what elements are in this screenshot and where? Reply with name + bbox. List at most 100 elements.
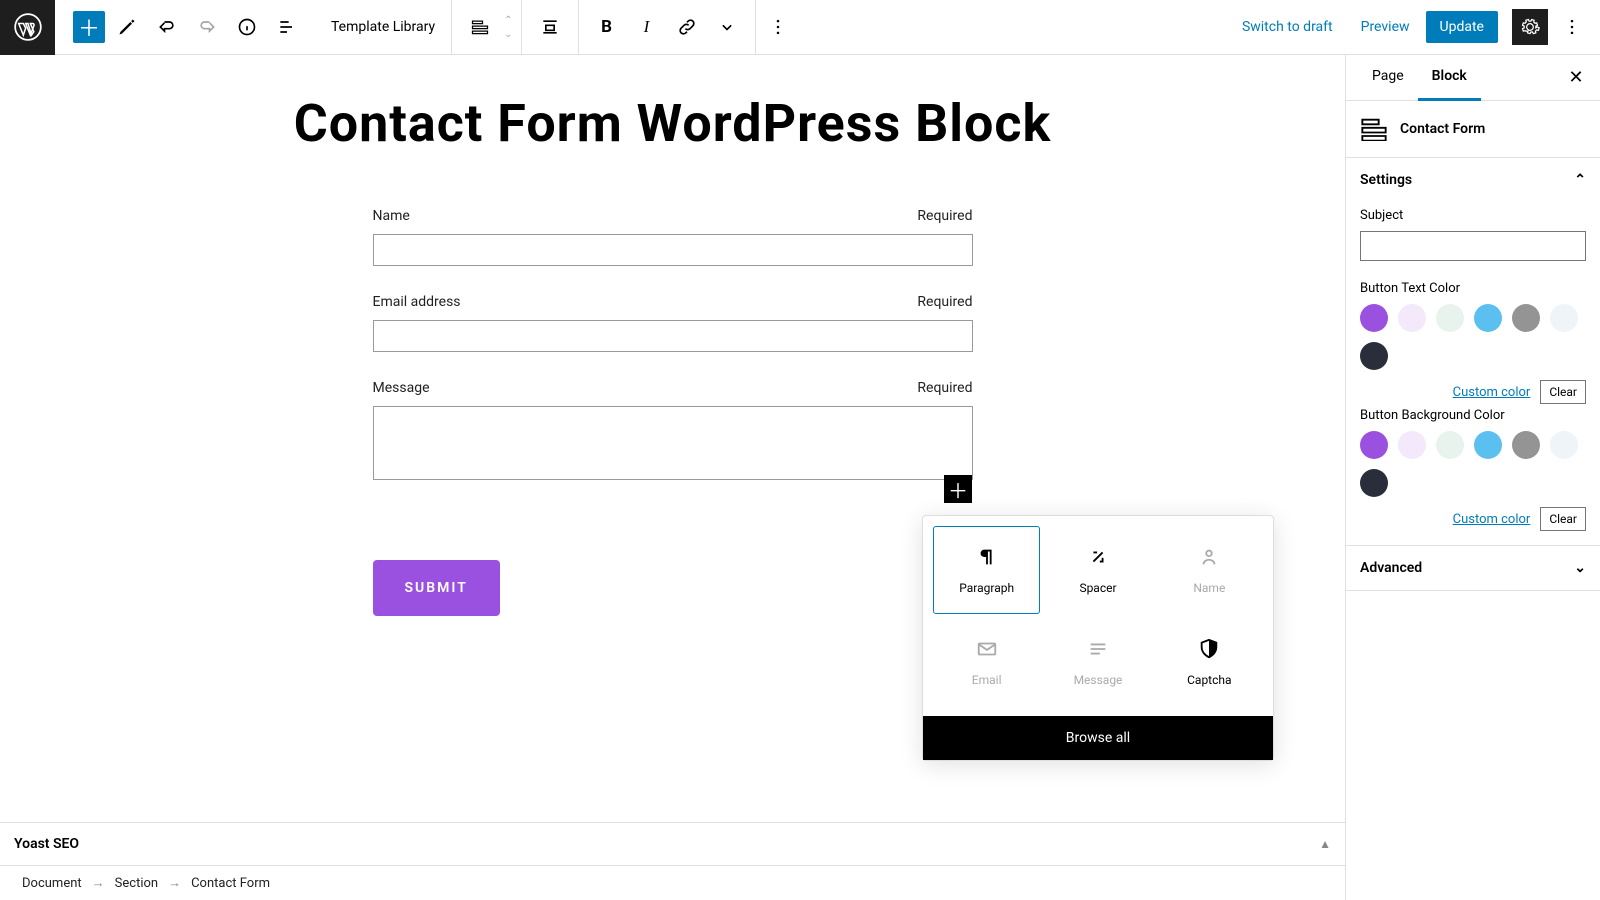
button-text-color-label: Button Text Color <box>1360 281 1586 296</box>
settings-section-toggle[interactable]: Settings ⌃ <box>1346 158 1600 202</box>
color-swatch[interactable] <box>1474 304 1502 332</box>
block-more-button[interactable] <box>760 9 796 45</box>
wordpress-icon <box>14 13 42 41</box>
color-swatch[interactable] <box>1436 431 1464 459</box>
color-swatch[interactable] <box>1360 469 1388 497</box>
inserter-item-label: Email <box>972 673 1002 687</box>
color-swatch[interactable] <box>1512 431 1540 459</box>
field-email: Email address Required <box>373 294 973 352</box>
align-icon <box>540 17 560 37</box>
breadcrumb-item[interactable]: Document <box>22 876 82 891</box>
breadcrumb-item[interactable]: Contact Form <box>191 876 270 891</box>
custom-color-link[interactable]: Custom color <box>1453 385 1531 400</box>
color-swatch[interactable] <box>1474 431 1502 459</box>
custom-color-link[interactable]: Custom color <box>1453 512 1531 527</box>
align-button[interactable] <box>532 9 568 45</box>
inserter-item-captcha[interactable]: Captcha <box>1156 618 1263 706</box>
caret-up-icon: ▲ <box>1319 837 1331 851</box>
link-button[interactable] <box>669 9 705 45</box>
form-block-icon <box>470 17 490 37</box>
chevron-up-icon: ⌃ <box>1574 172 1586 188</box>
block-breadcrumb: Document → Section → Contact Form <box>0 866 1345 900</box>
field-required: Required <box>917 294 972 310</box>
link-icon <box>677 17 697 37</box>
inserter-item-label: Message <box>1074 673 1123 687</box>
inline-add-block-button[interactable]: ＋ <box>944 475 972 503</box>
inserter-item-message: Message <box>1044 618 1151 706</box>
color-swatch[interactable] <box>1360 431 1388 459</box>
color-swatch[interactable] <box>1398 431 1426 459</box>
name-input[interactable] <box>373 234 973 266</box>
field-name: Name Required <box>373 208 973 266</box>
yoast-seo-panel[interactable]: Yoast SEO ▲ <box>0 822 1345 866</box>
subject-label: Subject <box>1360 208 1586 223</box>
submit-button[interactable]: SUBMIT <box>373 560 500 616</box>
close-sidebar-button[interactable]: ✕ <box>1564 66 1588 90</box>
color-swatch[interactable] <box>1360 342 1388 370</box>
color-swatch[interactable] <box>1550 431 1578 459</box>
settings-label: Settings <box>1360 172 1412 188</box>
tab-page[interactable]: Page <box>1358 54 1418 101</box>
email-input[interactable] <box>373 320 973 352</box>
browse-all-button[interactable]: Browse all <box>923 716 1273 760</box>
inserter-item-spacer[interactable]: Spacer <box>1044 526 1151 614</box>
tab-block[interactable]: Block <box>1418 54 1481 101</box>
undo-icon <box>157 17 177 37</box>
field-required: Required <box>917 380 972 396</box>
edit-mode-button[interactable] <box>109 9 145 45</box>
preview-button[interactable]: Preview <box>1349 11 1422 43</box>
inserter-item-paragraph[interactable]: Paragraph <box>933 526 1040 614</box>
chevron-down-icon: ⌄ <box>1574 560 1586 576</box>
move-up-button[interactable]: ⌃ <box>504 13 512 27</box>
breadcrumb-item[interactable]: Section <box>115 876 158 891</box>
block-type-button[interactable] <box>462 9 498 45</box>
color-swatch[interactable] <box>1436 304 1464 332</box>
page-title[interactable]: Contact Form WordPress Block <box>0 93 1345 154</box>
field-label: Message <box>373 380 430 396</box>
template-library-button[interactable]: Template Library <box>315 19 451 35</box>
info-icon <box>237 17 257 37</box>
undo-button[interactable] <box>149 9 185 45</box>
wordpress-logo[interactable] <box>0 0 55 55</box>
more-format-button[interactable] <box>709 9 745 45</box>
advanced-section-toggle[interactable]: Advanced ⌄ <box>1346 546 1600 590</box>
block-inserter-popover: ParagraphSpacerNameEmailMessageCaptcha B… <box>922 515 1274 761</box>
clear-color-button[interactable]: Clear <box>1540 380 1586 404</box>
name-icon <box>1198 546 1220 571</box>
message-icon <box>1087 638 1109 663</box>
advanced-label: Advanced <box>1360 560 1422 576</box>
settings-toggle-button[interactable] <box>1512 9 1548 45</box>
outline-button[interactable] <box>269 9 305 45</box>
contact-form-icon <box>1360 117 1388 141</box>
bold-button[interactable]: B <box>589 9 625 45</box>
chevron-down-icon <box>717 17 737 37</box>
redo-button[interactable] <box>189 9 225 45</box>
field-message: Message Required <box>373 380 973 484</box>
editor-more-button[interactable] <box>1554 9 1590 45</box>
message-textarea[interactable] <box>373 406 973 480</box>
color-swatch[interactable] <box>1398 304 1426 332</box>
color-swatch[interactable] <box>1512 304 1540 332</box>
add-block-button[interactable]: ＋ <box>73 11 105 43</box>
italic-button[interactable]: I <box>629 9 665 45</box>
field-label: Name <box>373 208 410 224</box>
redo-icon <box>197 17 217 37</box>
yoast-title: Yoast SEO <box>14 836 79 852</box>
settings-sidebar: Page Block ✕ Contact Form Settings ⌃ Sub… <box>1345 55 1600 900</box>
subject-input[interactable] <box>1360 231 1586 261</box>
button-bg-color-label: Button Background Color <box>1360 408 1586 423</box>
breadcrumb-separator: → <box>168 875 181 891</box>
more-vertical-icon <box>1562 17 1582 37</box>
block-nav-arrows: ⌃ ⌄ <box>504 13 512 41</box>
field-label: Email address <box>373 294 461 310</box>
update-button[interactable]: Update <box>1426 11 1498 43</box>
info-button[interactable] <box>229 9 265 45</box>
color-swatch[interactable] <box>1550 304 1578 332</box>
move-down-button[interactable]: ⌄ <box>504 27 512 41</box>
clear-color-button[interactable]: Clear <box>1540 507 1586 531</box>
paragraph-icon <box>976 546 998 571</box>
list-view-icon <box>277 17 297 37</box>
switch-to-draft-button[interactable]: Switch to draft <box>1230 11 1345 43</box>
pencil-icon <box>117 17 137 37</box>
color-swatch[interactable] <box>1360 304 1388 332</box>
